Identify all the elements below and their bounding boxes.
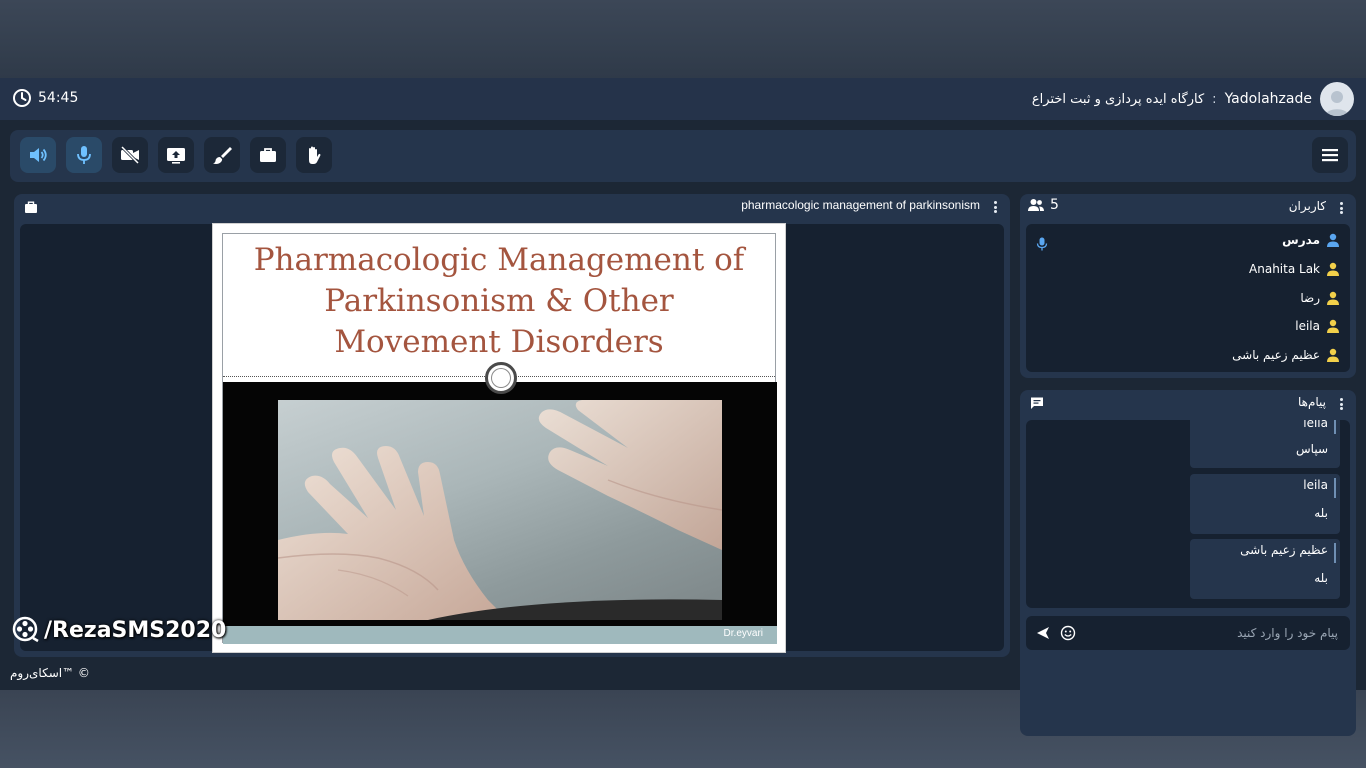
slide-frame: Pharmacologic Management of Parkinsonism… xyxy=(222,233,777,644)
hand-icon xyxy=(309,146,321,164)
whiteboard-button[interactable] xyxy=(204,137,240,173)
slide-knob-ornament xyxy=(485,362,517,394)
header-bar: 54:45 کارگاه ایده پردازی و ثبت اختراع : … xyxy=(0,78,1366,120)
user-icon xyxy=(1327,348,1339,362)
presentation-header: pharmacologic management of parkinsonism xyxy=(14,194,1010,220)
user-icon xyxy=(1327,319,1339,333)
main-menu-button[interactable] xyxy=(1312,137,1348,173)
app-window: 54:45 کارگاه ایده پردازی و ثبت اختراع : … xyxy=(0,78,1366,736)
user-name: Yadolahzade xyxy=(1224,91,1312,107)
slide-title-line-3: Movement Disorders xyxy=(334,324,664,360)
message-item: عظیم زعیم باشی بله xyxy=(1190,539,1340,599)
chat-icon xyxy=(1031,397,1043,409)
users-list: مدرس Anahita Lak رضا leila عظیم زعیم باش… xyxy=(1026,224,1350,372)
users-title: کاربران xyxy=(1288,199,1326,213)
message-item: leila بله xyxy=(1190,474,1340,534)
users-options-button[interactable] xyxy=(1334,200,1348,216)
toolbar xyxy=(10,130,1356,182)
film-reel-icon xyxy=(12,616,39,643)
hands-photo xyxy=(278,400,722,620)
microphone-button[interactable] xyxy=(66,137,102,173)
message-input-placeholder: پیام خود را وارد کنید xyxy=(1237,626,1338,640)
hands-illustration xyxy=(278,400,722,620)
presentation-options-button[interactable] xyxy=(988,199,1002,215)
slide-credit: Dr.eyvari xyxy=(723,628,763,639)
message-author: عظیم زعیم باشی xyxy=(1240,543,1328,557)
message-text: سپاس xyxy=(1296,442,1328,456)
user-icon xyxy=(1327,262,1339,276)
users-panel: 5 کاربران مدرس Anahita Lak رضا leila عظی… xyxy=(1020,194,1356,378)
share-screen-button[interactable] xyxy=(158,137,194,173)
slide-footer: Dr.eyvari xyxy=(223,626,777,644)
camera-button[interactable] xyxy=(112,137,148,173)
files-button[interactable] xyxy=(250,137,286,173)
user-item-name: رضا xyxy=(1300,291,1320,305)
send-icon[interactable] xyxy=(1036,626,1050,640)
header-user-info: کارگاه ایده پردازی و ثبت اختراع : Yadola… xyxy=(1032,82,1354,116)
user-item[interactable]: رضا xyxy=(1300,288,1340,308)
user-avatar-icon xyxy=(1325,91,1349,116)
user-icon xyxy=(1327,291,1339,305)
messages-title: پیام‌ها xyxy=(1297,395,1326,409)
footer-brand: اسکای‌روم™ © xyxy=(10,666,90,680)
session-timer: 54:45 xyxy=(12,88,78,108)
emoji-icon[interactable] xyxy=(1060,625,1076,641)
top-backdrop xyxy=(0,0,1366,78)
presentation-title: pharmacologic management of parkinsonism xyxy=(741,198,980,212)
user-item[interactable]: مدرس xyxy=(1282,230,1340,250)
slide-title-line-2: Parkinsonism & Other xyxy=(324,283,674,319)
slide: Pharmacologic Management of Parkinsonism… xyxy=(212,223,786,653)
message-author: leila xyxy=(1303,420,1328,430)
messages-options-button[interactable] xyxy=(1334,396,1348,412)
users-icon xyxy=(1028,199,1044,211)
slide-photo-frame xyxy=(223,382,777,626)
user-item-name: مدرس xyxy=(1282,233,1320,247)
brush-icon xyxy=(213,147,232,164)
messages-panel: پیام‌ها leila سپاس leila بله عظیم زعیم ب… xyxy=(1020,390,1356,736)
speaking-mic-icon xyxy=(1036,237,1048,251)
user-item[interactable]: Anahita Lak xyxy=(1249,259,1340,279)
header-separator: : xyxy=(1212,91,1217,107)
users-count: 5 xyxy=(1028,197,1059,213)
users-count-value: 5 xyxy=(1050,197,1059,213)
avatar[interactable] xyxy=(1320,82,1354,116)
user-item-name: عظیم زعیم باشی xyxy=(1232,348,1320,362)
speaker-icon xyxy=(30,148,47,162)
user-item[interactable]: عظیم زعیم باشی xyxy=(1232,345,1340,365)
clock-icon xyxy=(13,89,31,107)
timer-value: 54:45 xyxy=(38,90,79,106)
speaker-button[interactable] xyxy=(20,137,56,173)
hamburger-icon xyxy=(1322,149,1338,162)
briefcase-icon xyxy=(260,148,276,162)
slide-title-line-1: Pharmacologic Management of xyxy=(253,242,745,278)
message-input[interactable]: پیام خود را وارد کنید xyxy=(1026,616,1350,650)
message-text: بله xyxy=(1314,506,1328,520)
user-item[interactable]: leila xyxy=(1295,316,1340,336)
microphone-icon xyxy=(77,146,91,164)
message-item: leila سپاس xyxy=(1190,420,1340,468)
slide-title: Pharmacologic Management of Parkinsonism… xyxy=(223,240,775,363)
message-text: بله xyxy=(1314,571,1328,585)
camera-off-icon xyxy=(120,145,140,165)
messages-list: leila سپاس leila بله عظیم زعیم باشی بله xyxy=(1026,420,1350,608)
raise-hand-button[interactable] xyxy=(296,137,332,173)
user-item-name: leila xyxy=(1295,319,1320,333)
watermark: /RezaSMS2020 xyxy=(12,616,226,644)
message-author: leila xyxy=(1303,478,1328,492)
room-title: کارگاه ایده پردازی و ثبت اختراع xyxy=(1031,91,1205,107)
user-item-name: Anahita Lak xyxy=(1249,262,1320,276)
briefcase-icon xyxy=(25,201,37,213)
watermark-text: /RezaSMS2020 xyxy=(44,617,227,643)
share-screen-icon xyxy=(167,148,185,164)
user-icon xyxy=(1327,233,1339,247)
